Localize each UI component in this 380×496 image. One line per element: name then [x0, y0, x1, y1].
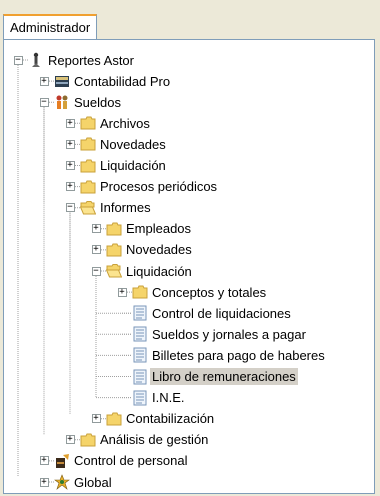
tree-node-label[interactable]: Reportes Astor: [46, 52, 136, 69]
report-icon: [132, 326, 148, 342]
tree-node-label[interactable]: I.N.E.: [150, 389, 187, 406]
tree-node-label[interactable]: Libro de remuneraciones: [150, 368, 298, 385]
expand-toggle-icon[interactable]: +: [91, 245, 101, 255]
tree-node-sueldos[interactable]: − Sueldos: [4, 92, 374, 112]
tree-node-label[interactable]: Liquidación: [124, 263, 194, 280]
tree-node-label[interactable]: Sueldos: [72, 94, 123, 111]
folder-icon: [132, 284, 148, 300]
tree-node-label[interactable]: Sueldos y jornales a pagar: [150, 326, 308, 343]
payroll-people-icon: [54, 94, 70, 110]
collapse-toggle-icon[interactable]: −: [65, 203, 75, 213]
tree-node-label[interactable]: Novedades: [98, 136, 168, 153]
tree-node-archivos[interactable]: + Archivos: [4, 113, 374, 133]
folder-icon: [80, 136, 96, 152]
tree-node-control-de-personal[interactable]: + Control de personal: [4, 451, 374, 471]
expand-toggle-icon[interactable]: +: [65, 182, 75, 192]
tree-node-label[interactable]: Empleados: [124, 220, 193, 237]
tab-bar: Administrador: [0, 0, 380, 42]
tree-node-label[interactable]: Conceptos y totales: [150, 284, 268, 301]
expand-toggle-icon[interactable]: +: [65, 118, 75, 128]
tree-node-conceptos-y-totales[interactable]: + Conceptos y totales: [4, 282, 374, 302]
tree-panel: − Reportes Astor + Contabilidad Pro − Sueldos…: [3, 39, 375, 494]
tab-administrador[interactable]: Administrador: [3, 14, 98, 40]
report-icon: [132, 347, 148, 363]
tree-node-empleados[interactable]: + Empleados: [4, 219, 374, 239]
tree-node-label[interactable]: Global: [72, 474, 114, 491]
tree-node-label[interactable]: Billetes para pago de haberes: [150, 347, 327, 364]
expand-toggle-icon[interactable]: +: [39, 76, 49, 86]
folder-icon: [80, 179, 96, 195]
report-icon: [132, 369, 148, 385]
tree-node-ine[interactable]: I.N.E.: [4, 388, 374, 408]
tree-node-libro-de-remuneraciones[interactable]: Libro de remuneraciones: [4, 367, 374, 387]
tree-node-label[interactable]: Contabilidad Pro: [72, 73, 172, 90]
expand-toggle-icon[interactable]: +: [91, 414, 101, 424]
tree-node-reportes-astor[interactable]: − Reportes Astor: [4, 50, 374, 70]
global-icon: [54, 474, 70, 490]
folder-open-icon: [79, 200, 97, 216]
collapse-toggle-icon[interactable]: −: [39, 97, 49, 107]
expand-toggle-icon[interactable]: +: [91, 224, 101, 234]
folder-icon: [106, 221, 122, 237]
tree-node-billetes-para-pago-de-haberes[interactable]: Billetes para pago de haberes: [4, 345, 374, 365]
expand-toggle-icon[interactable]: +: [39, 477, 49, 487]
folder-icon: [106, 242, 122, 258]
personnel-control-icon: [54, 453, 70, 469]
expand-toggle-icon[interactable]: +: [117, 287, 127, 297]
astor-root-icon: [28, 52, 44, 68]
tree-node-label[interactable]: Procesos periódicos: [98, 178, 219, 195]
tree-node-sueldos-y-jornales-a-pagar[interactable]: Sueldos y jornales a pagar: [4, 324, 374, 344]
expand-toggle-icon[interactable]: +: [39, 456, 49, 466]
expand-toggle-icon[interactable]: +: [65, 435, 75, 445]
collapse-toggle-icon[interactable]: −: [91, 266, 101, 276]
folder-icon: [106, 411, 122, 427]
tree-node-contabilidad-pro[interactable]: + Contabilidad Pro: [4, 71, 374, 91]
tree-node-liquidacion[interactable]: + Liquidación: [4, 156, 374, 176]
expand-toggle-icon[interactable]: +: [65, 161, 75, 170]
expand-toggle-icon[interactable]: +: [65, 139, 75, 149]
tree-node-informes[interactable]: − Informes: [4, 198, 374, 218]
tree-node-label[interactable]: Informes: [98, 199, 153, 216]
ledger-book-icon: [54, 73, 70, 89]
tree-node-label[interactable]: Contabilización: [124, 410, 216, 427]
collapse-toggle-icon[interactable]: −: [13, 55, 23, 65]
folder-open-icon: [105, 263, 123, 279]
tree-node-label[interactable]: Control de personal: [72, 452, 189, 469]
tree-node-procesos-periodicos[interactable]: + Procesos periódicos: [4, 177, 374, 197]
tree-node-global[interactable]: + Global: [4, 472, 374, 492]
tree-node-liquidacion-informes[interactable]: − Liquidación: [4, 261, 374, 281]
tree-node-label[interactable]: Control de liquidaciones: [150, 305, 293, 322]
tree-node-control-de-liquidaciones[interactable]: Control de liquidaciones: [4, 303, 374, 323]
tree-node-label[interactable]: Liquidación: [98, 157, 168, 174]
tree-node-novedades[interactable]: + Novedades: [4, 134, 374, 154]
folder-icon: [80, 115, 96, 131]
tree-node-label[interactable]: Archivos: [98, 115, 152, 132]
tree-node-contabilizacion[interactable]: + Contabilización: [4, 409, 374, 429]
tree-node-label[interactable]: Novedades: [124, 241, 194, 258]
tree-node-analisis-de-gestion[interactable]: + Análisis de gestión: [4, 430, 374, 450]
tree-node-novedades-informes[interactable]: + Novedades: [4, 240, 374, 260]
report-icon: [132, 390, 148, 406]
report-icon: [132, 305, 148, 321]
folder-icon: [80, 432, 96, 448]
tree-node-label[interactable]: Análisis de gestión: [98, 431, 210, 448]
folder-icon: [80, 158, 96, 174]
